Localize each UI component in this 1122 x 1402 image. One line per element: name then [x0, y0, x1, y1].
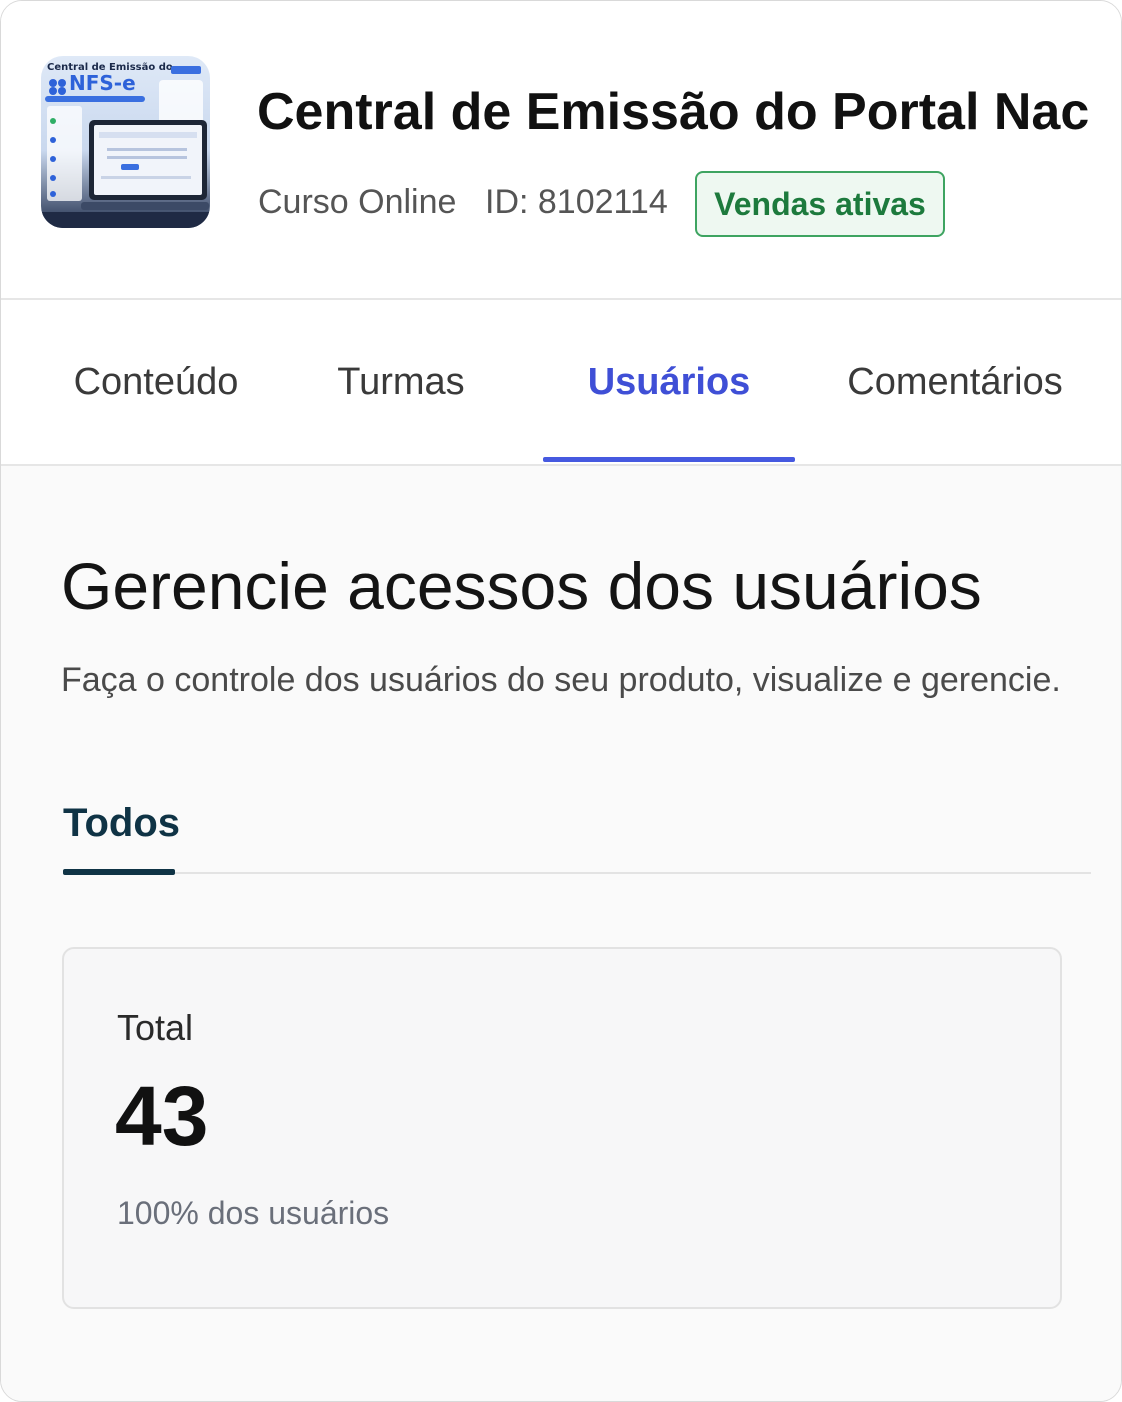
app-window: Central de Emissão do NFS-e Central de E… [0, 0, 1122, 1402]
page-description: Faça o controle dos usuários do seu prod… [61, 661, 1061, 699]
total-label: Total [117, 1007, 194, 1048]
tab-bar: Conteúdo Turmas Usuários Comentários [1, 300, 1121, 466]
active-filter-indicator [63, 869, 175, 875]
product-title: Central de Emissão do Portal Nac [257, 83, 1090, 141]
tab-comentarios[interactable]: Comentários [821, 300, 1089, 464]
product-id: ID: 8102114 [485, 183, 668, 221]
product-type: Curso Online [258, 183, 457, 221]
status-badge: Vendas ativas [695, 171, 945, 237]
filter-tab-todos[interactable]: Todos [63, 801, 180, 846]
thumbnail-logo-text: NFS-e [69, 71, 136, 95]
tab-turmas[interactable]: Turmas [291, 300, 511, 464]
product-thumbnail: Central de Emissão do NFS-e [41, 56, 210, 228]
active-tab-indicator [543, 457, 795, 462]
filter-divider [63, 872, 1091, 874]
tab-usuarios[interactable]: Usuários [543, 300, 795, 464]
tab-conteudo[interactable]: Conteúdo [41, 300, 271, 464]
total-value: 43 [115, 1069, 209, 1163]
page-title: Gerencie acessos dos usuários [61, 549, 982, 623]
total-users-card [62, 947, 1062, 1309]
total-percentage: 100% dos usuários [117, 1195, 390, 1231]
